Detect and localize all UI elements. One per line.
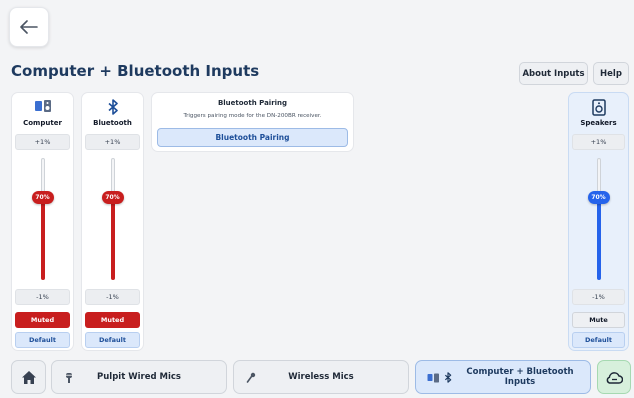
bluetooth-icon [82,99,143,115]
volume-down-button[interactable]: -1% [15,289,70,305]
pairing-description: Triggers pairing mode for the DN-200BR r… [183,113,322,119]
computer-bluetooth-inputs-button[interactable]: Computer + Bluetooth Inputs [415,360,591,394]
mute-button[interactable]: Muted [15,312,70,328]
volume-up-button[interactable]: +1% [15,134,70,150]
volume-down-button[interactable]: -1% [85,289,140,305]
wireless-mics-label: Wireless Mics [288,372,354,382]
default-button[interactable]: Default [85,332,140,348]
channel-name: Bluetooth [93,119,132,127]
volume-knob[interactable]: 70% [101,191,124,204]
default-button[interactable]: Default [15,332,70,348]
volume-fill [596,196,601,280]
bluetooth-pairing-button[interactable]: Bluetooth Pairing [157,128,348,147]
cloud-status-button[interactable] [597,360,631,394]
volume-fill [40,196,45,280]
pulpit-wired-mics-label: Pulpit Wired Mics [97,372,181,382]
home-button[interactable] [11,360,46,394]
cloud-icon [606,371,623,384]
volume-slider[interactable] [40,158,45,280]
bluetooth-icon [444,372,452,383]
channel-speakers: Speakers +1% 70% -1% Mute Default [568,92,629,351]
back-button[interactable] [9,7,49,47]
volume-up-button[interactable]: +1% [85,134,140,150]
computer-speaker-icon [12,99,73,115]
speaker-icon [569,99,628,116]
pulpit-wired-mics-button[interactable]: Pulpit Wired Mics [51,360,227,394]
bluetooth-pairing-card: Bluetooth Pairing Triggers pairing mode … [151,92,354,152]
arrow-left-icon [20,20,38,34]
volume-knob[interactable]: 70% [31,191,54,204]
mute-button[interactable]: Muted [85,312,140,328]
channel-computer: Computer +1% 70% -1% Muted Default [11,92,74,351]
computer-bluetooth-inputs-label: Computer + Bluetooth Inputs [466,367,574,387]
help-button[interactable]: Help [593,62,629,85]
volume-up-button[interactable]: +1% [572,134,625,150]
about-inputs-button[interactable]: About Inputs [519,62,588,85]
bottom-nav: Pulpit Wired Mics Wireless Mics Computer… [0,358,634,398]
volume-knob[interactable]: 70% [587,191,610,204]
mute-button[interactable]: Mute [572,312,625,328]
home-icon [21,370,36,384]
channel-name: Computer [23,119,62,127]
pairing-title: Bluetooth Pairing [217,99,288,107]
computer-speaker-icon [427,373,439,383]
channel-bluetooth: Bluetooth +1% 70% -1% Muted Default [81,92,144,351]
volume-fill [110,196,115,280]
channel-name: Speakers [580,119,617,127]
volume-slider[interactable] [596,158,601,280]
volume-slider[interactable] [110,158,115,280]
wireless-mics-button[interactable]: Wireless Mics [233,360,409,394]
volume-down-button[interactable]: -1% [572,289,625,305]
page-title: Computer + Bluetooth Inputs [11,62,260,80]
default-button[interactable]: Default [572,332,625,348]
